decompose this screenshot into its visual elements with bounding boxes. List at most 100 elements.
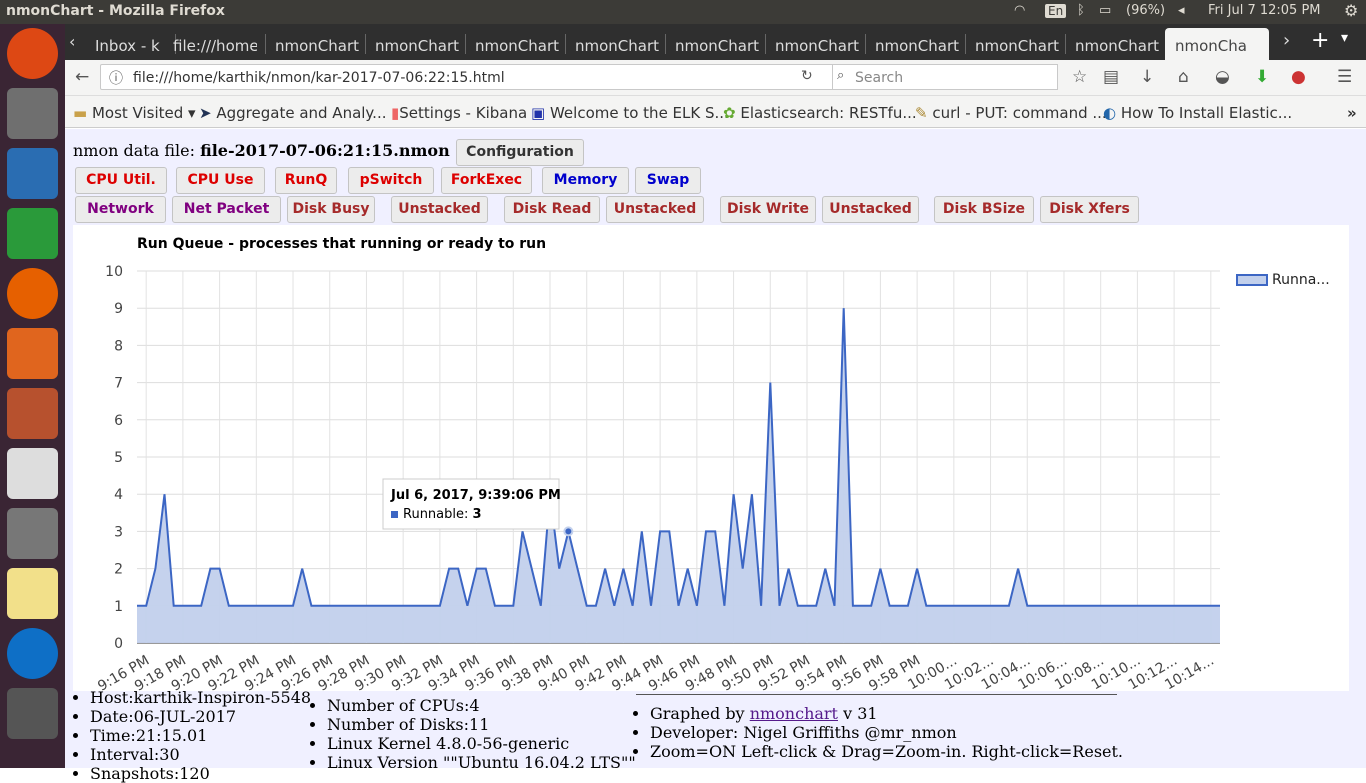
tab-nmonchart[interactable]: nmonChart [465,28,563,60]
r2-unstacked-button[interactable]: Unstacked [391,196,488,223]
host-line: Host:karthik-Inspiron-5548 [90,688,311,707]
y-tick-label: 0 [114,636,123,652]
teamviewer-icon[interactable] [7,628,58,679]
url-bar[interactable]: file:///home/karthik/nmon/kar-2017-07-06… [100,64,890,90]
bookmark-elk[interactable]: ▣ Welcome to the ELK S... [531,104,729,122]
area-fill [137,308,1220,643]
terminal-icon[interactable] [7,688,58,739]
configuration-button[interactable]: Configuration [456,139,584,166]
pocket-icon[interactable]: ◒ [1215,67,1230,87]
bookmarks-overflow-icon[interactable]: » [1347,104,1357,122]
tab-nmonchart[interactable]: nmonChart [865,28,963,60]
ubuntu-logo-icon[interactable] [7,28,58,79]
tab-nmonchart[interactable]: nmonChart [365,28,463,60]
back-icon[interactable]: ← [75,67,89,87]
software-center-icon[interactable] [7,328,58,379]
tab-file[interactable]: file:///home [163,28,257,60]
writer-icon[interactable] [7,148,58,199]
r1-runq-button[interactable]: RunQ [275,167,337,194]
bookmark-curl[interactable]: ✎ curl - PUT: command ... [915,104,1107,122]
tab-nmonchart[interactable]: nmonChart [665,28,763,60]
r2-network-button[interactable]: Network [75,196,166,223]
tooltip-series: Runnable: 3 [403,507,482,522]
clock[interactable]: Fri Jul 7 12:05 PM [1208,3,1321,18]
list-tabs-icon[interactable]: ▾ [1341,30,1348,46]
bookmark-aggregate[interactable]: ➤ Aggregate and Analy... [199,104,386,122]
elk-icon: ▣ [531,104,546,122]
bluetooth-icon[interactable]: ᛒ [1077,3,1085,18]
settings-gear-icon[interactable]: ⚙ [1344,1,1358,20]
bookmark-star-icon[interactable]: ☆ [1072,67,1087,87]
notes-icon[interactable] [7,568,58,619]
calc-icon[interactable] [7,208,58,259]
r1-cpu-util-button[interactable]: CPU Util. [75,167,167,194]
battery-icon[interactable]: ▭ [1099,3,1111,18]
bookmark-most-visited[interactable]: ▬ Most Visited ▾ [73,104,196,122]
tab-nmonchart[interactable]: nmonChart [965,28,1063,60]
nmonchart-link[interactable]: nmonchart [750,704,838,723]
system-settings-icon[interactable] [7,508,58,559]
addon-icon[interactable]: ● [1291,67,1306,87]
keyboard-indicator[interactable]: En [1045,4,1067,18]
r2-disk-busy-button[interactable]: Disk Busy [287,196,375,223]
amazon-icon[interactable] [7,448,58,499]
bookmark-elasticsearch[interactable]: ✿ Elasticsearch: RESTfu... [723,104,917,122]
r2-disk-xfers-button[interactable]: Disk Xfers [1040,196,1139,223]
y-tick-label: 5 [114,450,123,466]
r2-unstacked-button[interactable]: Unstacked [606,196,704,223]
download-icon[interactable]: ↓ [1140,67,1154,87]
files-icon[interactable] [7,88,58,139]
r1-forkexec-button[interactable]: ForkExec [441,167,532,194]
menu-icon[interactable]: ☰ [1337,67,1352,87]
r1-memory-button[interactable]: Memory [542,167,629,194]
chart-tooltip: Jul 6, 2017, 9:39:06 PM Runnable: 3 [382,478,561,530]
firefox-icon[interactable] [7,268,58,319]
bookmark-kibana[interactable]: ▮Settings - Kibana [391,104,527,122]
page-scrollbar[interactable] [1349,129,1366,768]
tab-nmonchart[interactable]: nmonChart [1065,28,1163,60]
extension-icon[interactable]: ⬇ [1255,67,1269,87]
y-tick-label: 8 [114,338,123,354]
tab-nmonchart[interactable]: nmonChart [565,28,663,60]
y-tick-label: 6 [114,413,123,429]
r1-swap-button[interactable]: Swap [635,167,701,194]
r1-cpu-use-button[interactable]: CPU Use [176,167,265,194]
new-tab-icon[interactable]: + [1311,28,1329,53]
r2-disk-bsize-button[interactable]: Disk BSize [934,196,1034,223]
highlighted-point[interactable] [563,526,574,537]
tab-nmonchart-active[interactable]: nmonCha [1165,28,1269,60]
runqueue-chart[interactable]: Run Queue - processes that running or re… [73,225,1357,695]
info-icon[interactable]: ⓘ [109,68,123,88]
search-input[interactable]: Search [832,64,1058,90]
elastic-icon: ✿ [723,104,736,122]
zoom-help-line: Zoom=ON Left-click & Drag=Zoom-in. Right… [650,742,1123,761]
reading-list-icon[interactable]: ▤ [1103,67,1119,87]
scroll-tabs-left-icon[interactable]: ‹ [69,32,75,51]
r2-disk-read-button[interactable]: Disk Read [504,196,600,223]
kernel-line: Linux Kernel 4.8.0-56-generic [327,734,636,753]
reload-icon[interactable]: ↻ [801,68,813,84]
digitalocean-icon: ◐ [1103,104,1117,122]
tab-nmonchart[interactable]: nmonChart [265,28,363,60]
r1-pswitch-button[interactable]: pSwitch [348,167,434,194]
r2-unstacked-button[interactable]: Unstacked [822,196,919,223]
impress-icon[interactable] [7,388,58,439]
tab-inbox[interactable]: Inbox - k [85,28,173,60]
tab-nmonchart[interactable]: nmonChart [765,28,863,60]
home-icon[interactable]: ⌂ [1178,67,1189,87]
bookmark-install-elastic[interactable]: ◐ How To Install Elastic... [1103,104,1292,122]
wifi-icon[interactable]: ◠ [1014,3,1025,18]
linux-version-line: Linux Version ""Ubuntu 16.04.2 LTS"" [327,753,636,772]
file-name: file-2017-07-06:21:15.nmon [200,141,450,160]
launcher [0,24,65,768]
host-info-list: Host:karthik-Inspiron-5548 Date:06-JUL-2… [90,688,311,783]
volume-icon[interactable]: ◂ [1178,3,1185,18]
cpus-line: Number of CPUs:4 [327,696,636,715]
legend-label[interactable]: Runna... [1272,272,1330,288]
scroll-tabs-right-icon[interactable]: › [1283,30,1290,51]
info-panel: Host:karthik-Inspiron-5548 Date:06-JUL-2… [65,687,1366,783]
folder-icon: ▬ [73,104,88,122]
r2-net-packet-button[interactable]: Net Packet [172,196,281,223]
r2-disk-write-button[interactable]: Disk Write [720,196,816,223]
y-tick-label: 4 [114,487,123,503]
